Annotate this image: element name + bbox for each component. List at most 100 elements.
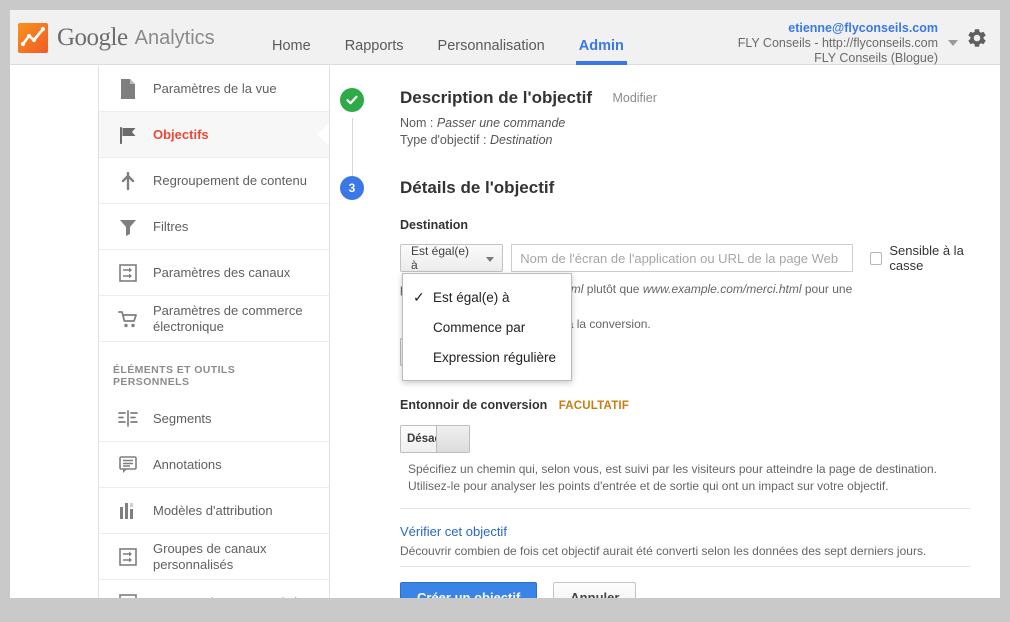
check-icon (340, 88, 364, 112)
case-sensitive-checkbox[interactable] (870, 252, 883, 265)
sidebar-item-regroupement-de-contenu[interactable]: Regroupement de contenu (99, 158, 329, 204)
sidebar-item-modeles-dattribution[interactable]: Modèles d'attribution (99, 488, 329, 534)
step-number-badge: 3 (340, 176, 364, 200)
hint-mid: plutôt que (583, 282, 642, 296)
destination-url-input[interactable] (511, 244, 852, 272)
verify-description: Découvrir combien de fois cet objectif a… (400, 543, 1000, 560)
page-title: Description de l'objectif (400, 88, 592, 108)
goal-type-row: Type d'objectif : Destination (400, 132, 1000, 149)
step-goal-details: 3 Détails de l'objectif (352, 178, 1000, 198)
dropdown-option-commence-par[interactable]: Commence par (403, 312, 571, 342)
destination-section: Destination Est égal(e) à Sensible à la … (400, 218, 1000, 386)
goal-editor-panel: Description de l'objectif Modifier Nom :… (330, 66, 1000, 610)
channels-icon (113, 262, 143, 284)
sidebar-item-annotations[interactable]: Annotations (99, 442, 329, 488)
sidebar-item-label: Filtres (153, 219, 188, 235)
section-divider (400, 566, 970, 567)
sidebar-item-label: Objectifs (153, 127, 209, 143)
sidebar-item-label: Groupes de canaux personnalisés (153, 541, 319, 573)
match-type-value: Est égal(e) à (411, 244, 478, 272)
sidebar-item-objectifs[interactable]: Objectifs (99, 112, 329, 158)
brand-analytics-text: Analytics (135, 27, 215, 50)
channels-icon (113, 546, 143, 568)
account-email[interactable]: etienne@flyconseils.com (738, 21, 938, 36)
verify-goal-link[interactable]: Vérifier cet objectif (400, 524, 1000, 539)
sidebar-item-parametres-de-la-vue[interactable]: Paramètres de la vue (99, 66, 329, 112)
account-view[interactable]: FLY Conseils (Blogue) (738, 51, 938, 66)
funnel-title: Entonnoir de conversion (400, 398, 547, 412)
match-type-dropdown: ✓ Est égal(e) à Commence par Expression … (402, 273, 572, 381)
funnel-icon (113, 216, 143, 238)
sidebar-item-label: Annotations (153, 457, 222, 473)
sidebar-item-filtres[interactable]: Filtres (99, 204, 329, 250)
account-property[interactable]: FLY Conseils - http://flyconseils.com (738, 36, 938, 51)
content-grouping-icon (113, 170, 143, 192)
google-analytics-logo[interactable]: Google Analytics (18, 23, 215, 53)
hint-suffix: pour une (802, 282, 853, 296)
bottom-strip (10, 598, 1000, 610)
sidebar-item-groupes-de-canaux-personnalises[interactable]: Groupes de canaux personnalisés (99, 534, 329, 580)
brand-google-text: Google (57, 24, 128, 52)
dropdown-option-label: Commence par (433, 320, 525, 335)
dropdown-option-label: Expression régulière (433, 350, 556, 365)
sidebar-item-label: Paramètres de commerce électronique (153, 303, 319, 335)
check-icon: ✓ (413, 289, 433, 306)
main-navigation: Home Rapports Personnalisation Admin (255, 10, 641, 65)
annotation-icon (113, 455, 143, 475)
match-type-select[interactable]: Est égal(e) à (400, 244, 503, 272)
dropdown-option-est-egal-a[interactable]: ✓ Est égal(e) à (403, 282, 571, 312)
nav-tab-admin[interactable]: Admin (562, 10, 641, 65)
funnel-header: Entonnoir de conversion FACULTATIF (400, 396, 1000, 414)
funnel-toggle[interactable]: Désacti (400, 425, 470, 453)
case-sensitive-label[interactable]: Sensible à la casse (889, 243, 1000, 273)
goal-summary: Nom : Passer une commande Type d'objecti… (400, 115, 1000, 149)
sidebar-item-label: Paramètres des canaux (153, 265, 290, 281)
destination-label: Destination (400, 218, 1000, 232)
top-bar: Google Analytics Home Rapports Personnal… (10, 10, 1000, 65)
section-divider (400, 508, 970, 509)
document-icon (113, 78, 143, 100)
flag-icon (113, 124, 143, 146)
admin-sidebar: Paramètres de la vue Objectifs Regroupem… (99, 66, 330, 610)
left-rail (10, 66, 99, 610)
chevron-down-icon[interactable] (948, 40, 958, 46)
dropdown-option-label: Est égal(e) à (433, 290, 510, 305)
step-description-header: Description de l'objectif Modifier (400, 88, 1000, 108)
funnel-section: Entonnoir de conversion FACULTATIF Désac… (400, 396, 1000, 495)
goal-name-value: Passer une commande (437, 116, 566, 130)
chevron-down-icon (486, 257, 494, 262)
nav-tab-rapports[interactable]: Rapports (328, 10, 421, 65)
case-sensitive-row[interactable]: Sensible à la casse (870, 243, 1001, 273)
sidebar-item-label: Regroupement de contenu (153, 173, 307, 189)
segments-icon (113, 409, 143, 429)
sidebar-item-label: Modèles d'attribution (153, 503, 273, 519)
goal-type-value: Destination (490, 133, 553, 147)
goal-name-row: Nom : Passer une commande (400, 115, 1000, 132)
sidebar-section-title: ÉLÉMENTS ET OUTILS PERSONNELS (113, 364, 309, 388)
toggle-knob[interactable] (436, 426, 469, 452)
destination-input-row: Est égal(e) à Sensible à la casse (400, 243, 1000, 273)
gear-icon[interactable] (966, 27, 988, 54)
sidebar-section-header: ÉLÉMENTS ET OUTILS PERSONNELS (99, 342, 329, 396)
step-goal-description: Description de l'objectif Modifier Nom :… (352, 88, 1000, 149)
sidebar-item-segments[interactable]: Segments (99, 396, 329, 442)
sidebar-item-label: Segments (153, 411, 212, 427)
verify-section: Vérifier cet objectif Découvrir combien … (400, 524, 1000, 560)
funnel-description: Spécifiez un chemin qui, selon vous, est… (408, 461, 978, 495)
sidebar-item-parametres-de-commerce-electronique[interactable]: Paramètres de commerce électronique (99, 296, 329, 342)
dropdown-option-expression-reguliere[interactable]: Expression régulière (403, 342, 571, 372)
analytics-page: Google Analytics Home Rapports Personnal… (10, 10, 1000, 610)
analytics-mark-icon (18, 23, 48, 53)
goal-type-label: Type d'objectif : (400, 133, 490, 147)
nav-tab-home[interactable]: Home (255, 10, 328, 65)
screenshot-root: Google Analytics Home Rapports Personnal… (0, 0, 1010, 622)
nav-tab-personnalisation[interactable]: Personnalisation (421, 10, 562, 65)
shopping-cart-icon (113, 308, 143, 330)
step-details-title: Détails de l'objectif (400, 178, 554, 198)
account-selector[interactable]: etienne@flyconseils.com FLY Conseils - h… (738, 21, 938, 66)
edit-link[interactable]: Modifier (612, 91, 656, 105)
hint-example-url: www.example.com/merci.html (643, 282, 802, 296)
sidebar-item-label: Paramètres de la vue (153, 81, 277, 97)
bar-chart-icon (113, 501, 143, 521)
sidebar-item-parametres-des-canaux[interactable]: Paramètres des canaux (99, 250, 329, 296)
